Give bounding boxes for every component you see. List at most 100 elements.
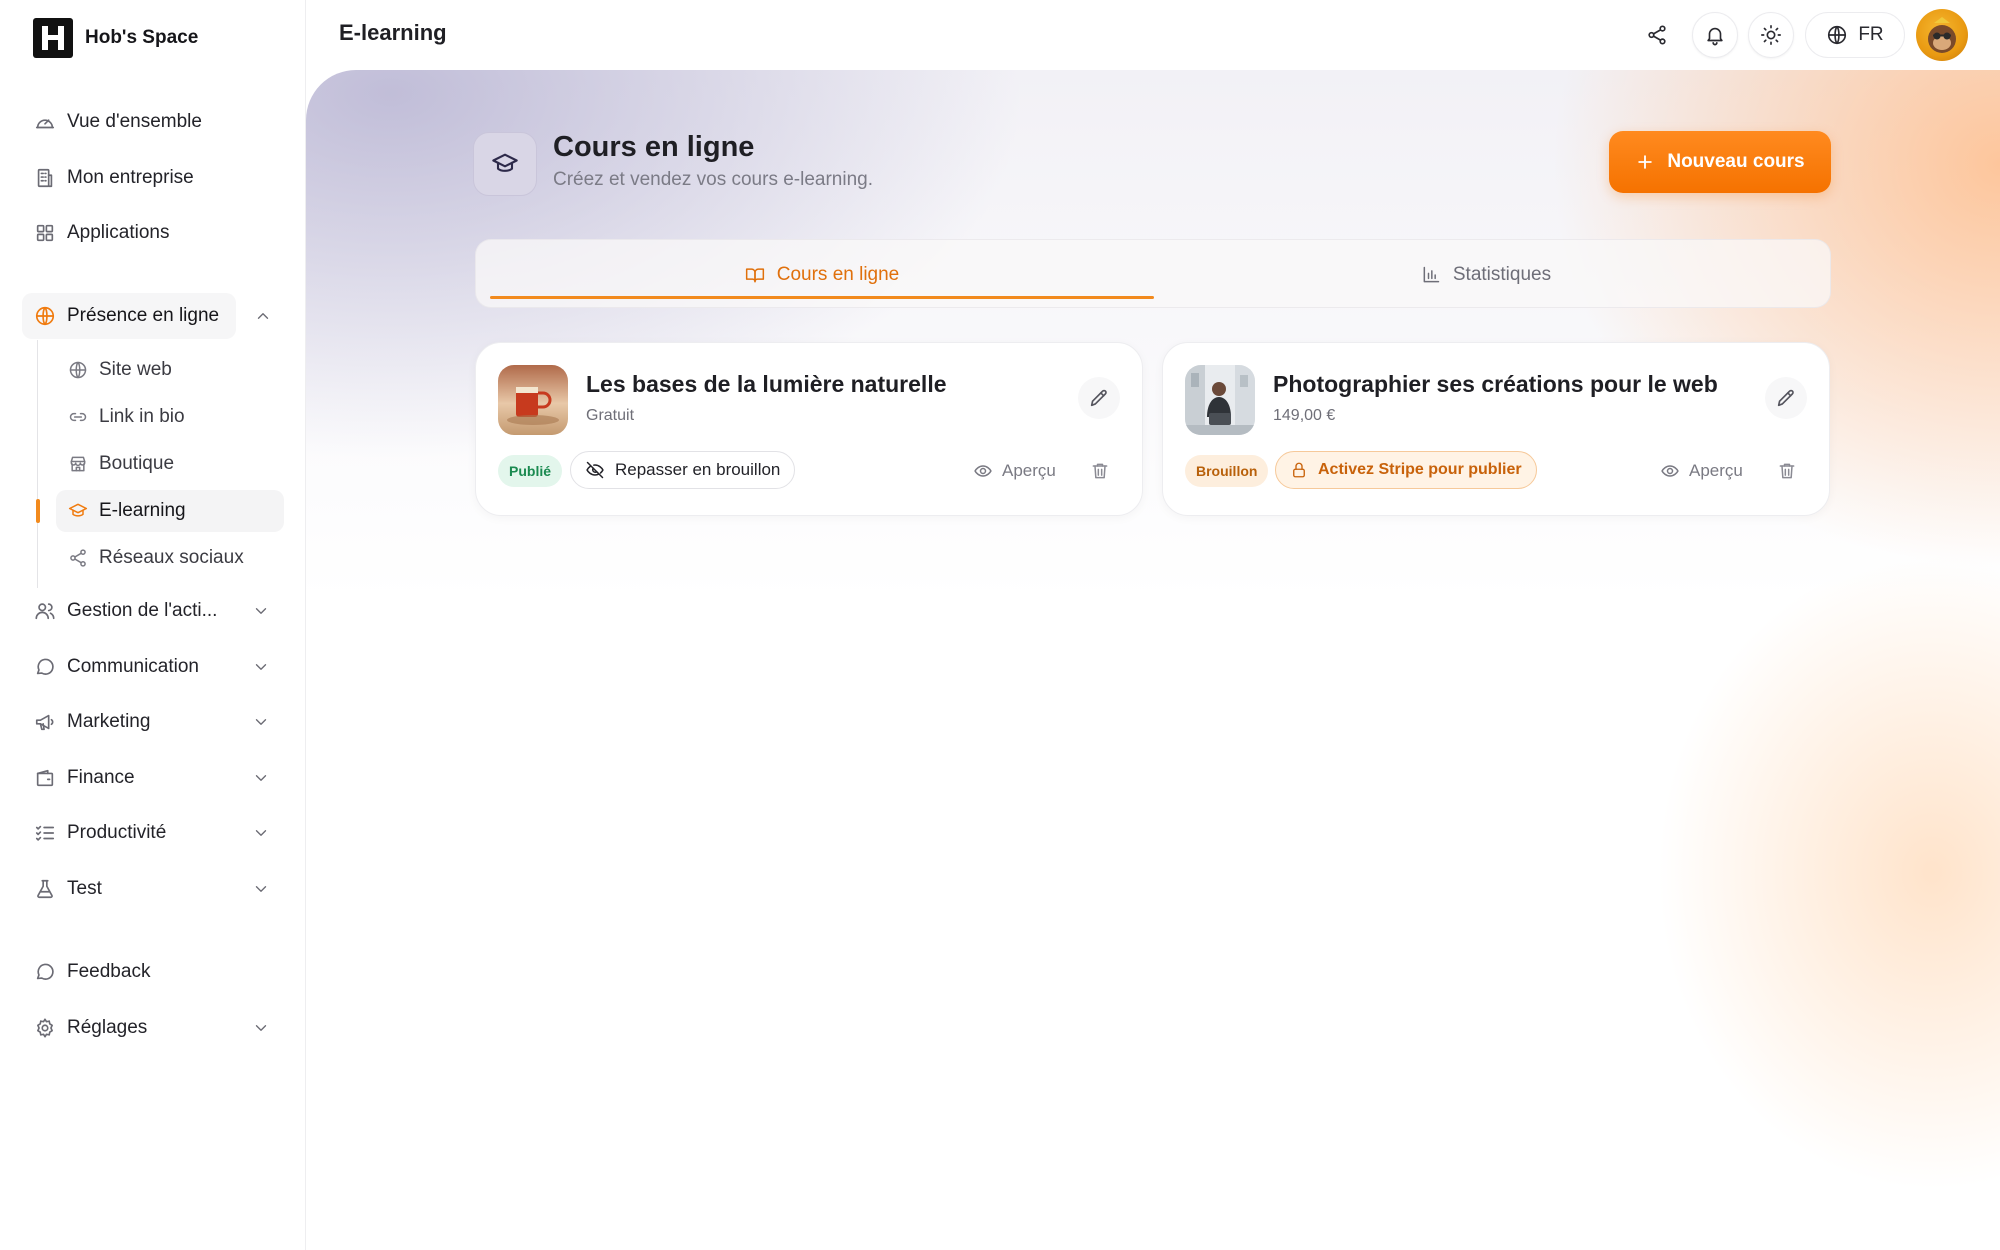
graduation-cap-icon [68, 503, 88, 517]
globe-icon [35, 306, 55, 326]
bar-chart-icon [1423, 266, 1440, 282]
edit-button[interactable] [1765, 377, 1807, 419]
section-subtitle: Créez et vendez vos cours e-learning. [553, 169, 873, 190]
sidebar-item-label: Test [67, 878, 102, 899]
sidebar-item-online-presence[interactable]: Présence en ligne [22, 293, 236, 339]
preview-label: Aperçu [1689, 461, 1743, 480]
hero-icon [473, 132, 537, 196]
pencil-icon [1777, 389, 1794, 407]
course-title[interactable]: Les bases de la lumière naturelle [586, 371, 947, 398]
chevron-up-icon[interactable] [254, 307, 272, 325]
sidebar-item-label: Mon entreprise [67, 167, 194, 188]
chevron-down-icon [255, 775, 267, 781]
sidebar-item-label: Réglages [67, 1017, 148, 1038]
activate-stripe-button[interactable]: Activez Stripe pour publier [1275, 451, 1537, 489]
preview-button[interactable]: Aperçu [973, 455, 1056, 487]
sidebar-item-label: Gestion de l'acti... [67, 600, 218, 621]
link-icon [69, 412, 87, 422]
chevron-down-icon [255, 1025, 267, 1031]
sidebar-item-link-in-bio[interactable]: Link in bio [56, 396, 284, 438]
sidebar-item-label: Communication [67, 656, 199, 677]
course-title[interactable]: Photographier ses créations pour le web [1273, 371, 1718, 398]
eye-icon [974, 465, 992, 477]
sidebar-item-productivity[interactable]: Productivité [22, 810, 284, 856]
chevron-down-icon [255, 608, 267, 614]
sidebar-item-overview[interactable]: Vue d'ensemble [22, 99, 284, 145]
theme-toggle-button[interactable] [1748, 12, 1794, 58]
avatar[interactable] [1916, 9, 1968, 61]
status-badge: Brouillon [1185, 455, 1269, 487]
chevron-down-icon [255, 664, 267, 670]
language-selector[interactable]: FR [1805, 12, 1905, 58]
building-icon [37, 168, 53, 188]
share-icon [70, 549, 86, 567]
book-open-icon [745, 267, 764, 282]
grid-icon [36, 224, 54, 242]
bell-icon [1707, 27, 1723, 46]
notifications-button[interactable] [1692, 12, 1738, 58]
checklist-icon [35, 825, 55, 841]
globe-icon [69, 361, 87, 379]
sidebar-item-applications[interactable]: Applications [22, 210, 284, 256]
sidebar-item-website[interactable]: Site web [56, 349, 284, 391]
sidebar-item-test[interactable]: Test [22, 866, 284, 912]
new-course-button[interactable]: Nouveau cours [1609, 131, 1831, 193]
unpublish-button[interactable]: Repasser en brouillon [570, 451, 796, 489]
sidebar-item-company[interactable]: Mon entreprise [22, 155, 284, 201]
chat-bubble-icon [36, 658, 54, 675]
edit-button[interactable] [1078, 377, 1120, 419]
tab-active-indicator [490, 296, 1154, 299]
active-indicator [36, 499, 40, 523]
sidebar-item-label: Boutique [99, 453, 175, 474]
sidebar-item-settings[interactable]: Réglages [22, 1005, 284, 1051]
sidebar-item-social-networks[interactable]: Réseaux sociaux [56, 537, 284, 579]
delete-button[interactable] [1771, 455, 1803, 487]
sidebar-item-label: Présence en ligne [67, 305, 220, 326]
flask-icon [37, 879, 53, 899]
store-icon [70, 456, 86, 472]
tab-statistics[interactable]: Statistiques [1156, 240, 1816, 309]
page-title: E-learning [339, 20, 447, 45]
gear-icon [37, 1018, 53, 1038]
sidebar-item-feedback[interactable]: Feedback [22, 949, 284, 995]
language-label: FR [1858, 24, 1884, 45]
sidebar-item-shop[interactable]: Boutique [56, 443, 284, 485]
course-price: 149,00 € [1273, 407, 1336, 424]
sidebar-item-label: Vue d'ensemble [67, 111, 202, 132]
gauge-icon [35, 119, 55, 129]
sidebar-item-marketing[interactable]: Marketing [22, 699, 284, 745]
course-card[interactable]: Photographier ses créations pour le web … [1162, 342, 1830, 516]
sidebar-item-communication[interactable]: Communication [22, 644, 284, 690]
wallet-icon [36, 769, 54, 787]
status-badge: Publié [498, 455, 563, 487]
activate-stripe-label: Activez Stripe pour publier [1318, 461, 1522, 478]
eye-icon [1661, 465, 1679, 477]
course-price: Gratuit [586, 407, 635, 424]
users-icon [35, 603, 55, 620]
submenu-line [37, 340, 38, 588]
preview-button[interactable]: Aperçu [1660, 455, 1743, 487]
graduation-cap-icon [492, 153, 518, 172]
monkey-avatar-icon [1928, 17, 1956, 53]
share-button[interactable] [1634, 12, 1680, 58]
sidebar-item-label: Site web [99, 359, 172, 380]
brand[interactable]: Hob's Space [33, 18, 198, 58]
eye-off-icon [586, 461, 604, 479]
sidebar: Hob's Space Vue d'ensemble Mon entrepris… [0, 0, 306, 1250]
chevron-down-icon [255, 719, 267, 725]
brand-logo [33, 18, 73, 58]
delete-button[interactable] [1084, 455, 1116, 487]
trash-icon [1092, 463, 1108, 479]
sidebar-item-elearning[interactable]: E-learning [56, 490, 284, 532]
globe-icon [1828, 25, 1847, 45]
chevron-down-icon [255, 886, 267, 892]
pencil-icon [1090, 389, 1107, 407]
sidebar-item-label: Feedback [67, 961, 151, 982]
brand-name: Hob's Space [85, 27, 199, 48]
sidebar-item-finance[interactable]: Finance [22, 755, 284, 801]
course-card[interactable]: Les bases de la lumière naturelle Gratui… [475, 342, 1143, 516]
tab-label: Cours en ligne [776, 263, 900, 285]
sun-icon [1761, 25, 1781, 45]
sidebar-item-label: Applications [67, 222, 170, 243]
sidebar-item-activity-management[interactable]: Gestion de l'acti... [22, 588, 284, 634]
